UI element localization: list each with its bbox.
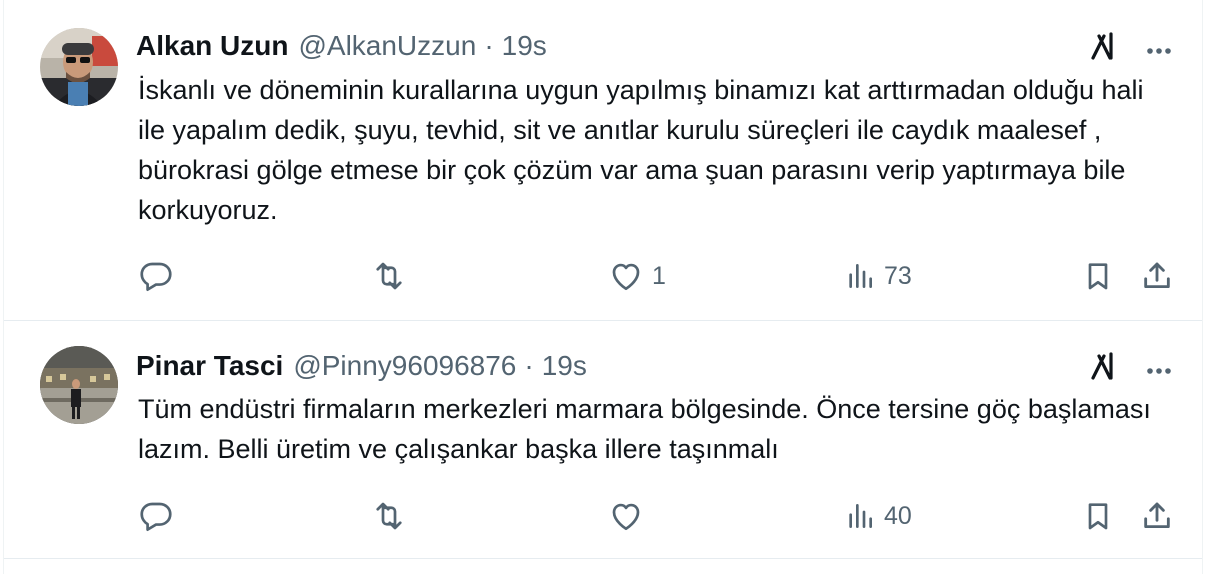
share-icon [1140,498,1174,534]
heart-icon [608,258,644,294]
more-icon[interactable] [1146,31,1172,61]
tweet-header: Pinar Tasci @Pinny96096876 · 19s [136,348,1172,384]
analytics-icon [844,258,876,294]
bookmark-icon [1082,498,1114,534]
author-handle[interactable]: @Pinny96096876 [293,350,516,382]
tweet-text: İskanlı ve döneminin kurallarına uygun y… [138,75,1144,225]
like-count: 1 [652,261,666,290]
reply-icon [138,498,174,534]
analytics-icon [844,498,876,534]
tweet-header: Alkan Uzun @AlkanUzzun · 19s [136,28,1172,64]
reply-button[interactable] [138,496,174,536]
retweet-icon [371,498,407,534]
separator-dot: · [524,350,534,381]
views-button[interactable]: 40 [844,496,912,536]
author-handle[interactable]: @AlkanUzzun [298,30,476,62]
action-bar: 40 [138,496,1170,536]
timestamp[interactable]: 19s [542,350,587,382]
like-button[interactable] [608,496,652,536]
retweet-button[interactable] [371,256,407,296]
bookmark-button[interactable] [1082,256,1114,296]
share-button[interactable] [1140,496,1174,536]
avatar[interactable] [40,28,118,106]
author-name[interactable]: Pinar Tasci [136,350,283,382]
retweet-button[interactable] [371,496,407,536]
share-icon [1140,258,1174,294]
views-button[interactable]: 73 [844,256,912,296]
tweet[interactable]: Pinar Tasci @Pinny96096876 · 19s Tüm end… [4,321,1202,559]
more-icon[interactable] [1146,351,1172,381]
views-count: 40 [884,501,912,530]
avatar[interactable] [40,346,118,424]
reply-icon [138,258,174,294]
tweet[interactable]: Alkan Uzun @AlkanUzzun · 19s İskanlı ve … [4,0,1202,321]
action-bar: 1 73 [138,256,1170,296]
separator-dot: · [484,30,494,61]
reply-button[interactable] [138,256,174,296]
retweet-icon [371,258,407,294]
timestamp[interactable]: 19s [502,30,547,62]
grok-icon[interactable] [1090,31,1120,61]
share-button[interactable] [1140,256,1174,296]
heart-icon [608,498,644,534]
tweet-text: Tüm endüstri firmaların merkezleri marma… [138,394,1151,464]
like-button[interactable]: 1 [608,256,666,296]
author-name[interactable]: Alkan Uzun [136,30,288,62]
bookmark-icon [1082,258,1114,294]
timeline: Alkan Uzun @AlkanUzzun · 19s İskanlı ve … [3,0,1203,574]
views-count: 73 [884,261,912,290]
grok-icon[interactable] [1090,351,1120,381]
bookmark-button[interactable] [1082,496,1114,536]
